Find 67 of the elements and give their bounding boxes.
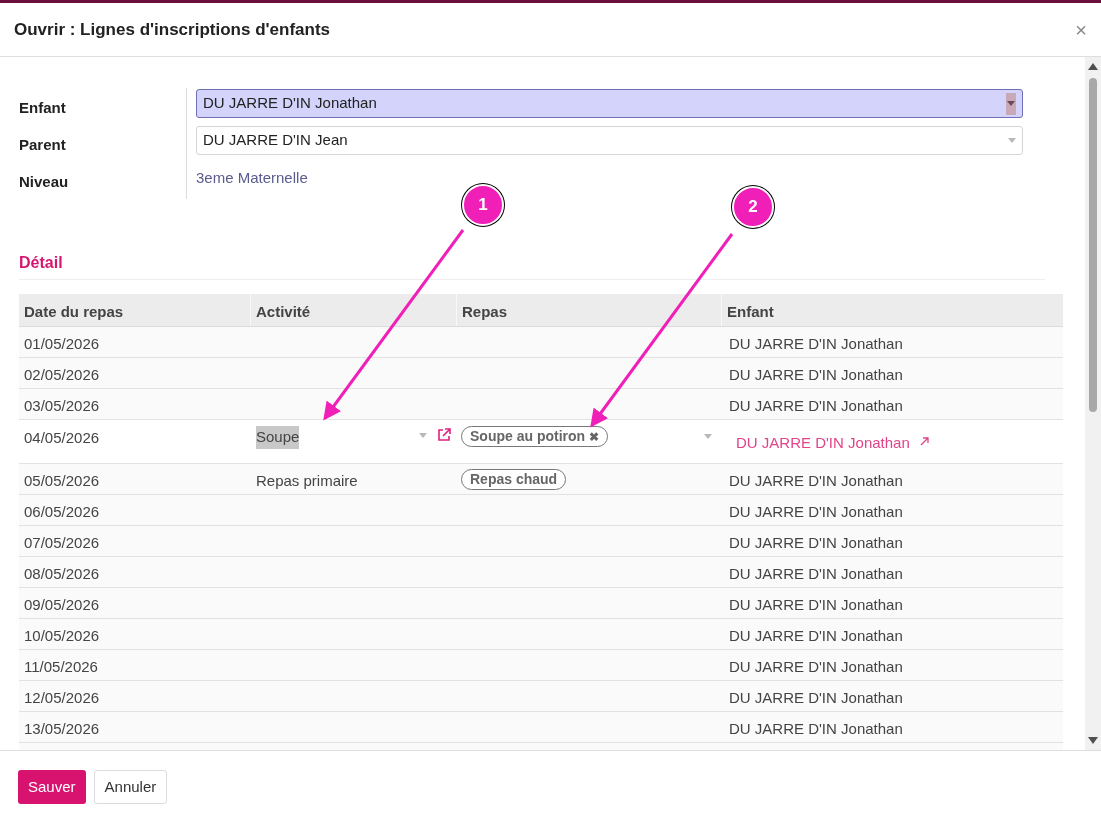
section-title: Détail [19, 254, 63, 271]
table-cell-text: 04/05/2026 [23, 429, 101, 446]
cancel-button[interactable]: Annuler [93, 770, 168, 804]
column-header[interactable]: Enfant [727, 303, 774, 320]
arrow-icon[interactable] [919, 437, 929, 446]
table-cell-text: 06/05/2026 [23, 503, 101, 520]
table-cell-text: 01/05/2026 [23, 335, 101, 352]
scroll-down-icon[interactable] [1088, 737, 1098, 744]
external-link-icon[interactable] [437, 428, 451, 442]
dialog-title: Ouvrir : Lignes d'inscriptions d'enfants [14, 18, 330, 41]
field-label: Enfant [19, 99, 66, 116]
table-cell-text: DU JARRE D'IN Jonathan [728, 596, 904, 613]
table-cell-text: 05/05/2026 [23, 472, 101, 489]
table-row[interactable]: 10/05/2026 DU JARRE D'IN Jonathan [19, 619, 1063, 650]
scrollbar[interactable] [1085, 57, 1101, 750]
table-cell-text: DU JARRE D'IN Jonathan [728, 534, 904, 551]
column-header[interactable]: Date du repas [24, 303, 124, 320]
field-label: Parent [19, 136, 66, 153]
table-row[interactable]: 11/05/2026 DU JARRE D'IN Jonathan [19, 650, 1063, 681]
table-row[interactable]: 09/05/2026 DU JARRE D'IN Jonathan [19, 588, 1063, 619]
table-cell-text: DU JARRE D'IN Jonathan [728, 472, 904, 489]
table-row[interactable]: 12/05/2026 DU JARRE D'IN Jonathan [19, 681, 1063, 712]
column-header[interactable]: Activité [256, 303, 311, 320]
select-field[interactable]: DU JARRE D'IN Jean [196, 126, 1023, 155]
select-field[interactable]: DU JARRE D'IN Jonathan [196, 89, 1023, 118]
table-cell-text: 03/05/2026 [23, 397, 101, 414]
annotation-marker: 1 [462, 184, 504, 226]
field-value: 3eme Maternelle [196, 168, 309, 188]
table-cell-text: DU JARRE D'IN Jonathan [728, 565, 904, 582]
scroll-up-icon[interactable] [1088, 63, 1098, 70]
table-row[interactable]: 02/05/2026 DU JARRE D'IN Jonathan [19, 358, 1063, 389]
table-cell-text: 07/05/2026 [23, 534, 101, 551]
table-cell-text: DU JARRE D'IN Jonathan [728, 720, 904, 737]
remove-tag-button[interactable]: ✖ [589, 427, 600, 446]
table-cell-text: DU JARRE D'IN Jonathan [728, 658, 904, 675]
activity-input[interactable]: Soupe [256, 426, 409, 449]
table-cell-text: DU JARRE D'IN Jonathan [728, 335, 904, 352]
table-cell-text: DU JARRE D'IN Jonathan [728, 503, 904, 520]
table-row[interactable]: 08/05/2026 DU JARRE D'IN Jonathan [19, 557, 1063, 588]
child-link[interactable]: DU JARRE D'IN Jonathan [736, 432, 910, 455]
table-cell-text: DU JARRE D'IN Jonathan [728, 689, 904, 706]
table-cell-text: 02/05/2026 [23, 366, 101, 383]
table-cell-text: 13/05/2026 [23, 720, 101, 737]
table-row[interactable]: 03/05/2026 DU JARRE D'IN Jonathan [19, 389, 1063, 420]
table-cell-text: 10/05/2026 [23, 627, 101, 644]
table-cell-text: 11/05/2026 [23, 658, 99, 675]
table-cell-text: DU JARRE D'IN Jonathan [728, 397, 904, 414]
dropdown-caret-icon[interactable] [1006, 92, 1016, 115]
table-cell-text: DU JARRE D'IN Jonathan [728, 366, 904, 383]
table-row[interactable]: 13/05/2026 DU JARRE D'IN Jonathan [19, 712, 1063, 743]
save-button[interactable]: Sauver [18, 770, 86, 804]
field-label: Niveau [19, 173, 69, 190]
table-row[interactable]: 06/05/2026 DU JARRE D'IN Jonathan [19, 495, 1063, 526]
table-row[interactable]: 05/05/2026 Repas primaire Repas chaud DU JARRE D'IN Jonathan [19, 464, 1063, 495]
table-row[interactable]: 07/05/2026 DU JARRE D'IN Jonathan [19, 526, 1063, 557]
table-cell-text: DU JARRE D'IN Jonathan [728, 627, 904, 644]
column-header[interactable]: Repas [462, 303, 508, 320]
table-cell-text: 09/05/2026 [23, 596, 101, 613]
table-cell-text: Repas primaire [255, 472, 359, 489]
annotation-marker: 2 [732, 186, 774, 228]
close-button[interactable]: × [1075, 19, 1087, 40]
table-row[interactable]: 01/05/2026 DU JARRE D'IN Jonathan [19, 327, 1063, 358]
scroll-thumb[interactable] [1089, 78, 1097, 412]
meal-tag: Soupe au potiron ✖ [461, 426, 609, 447]
table-cell-text: 08/05/2026 [23, 565, 101, 582]
meal-tag: Repas chaud [461, 469, 567, 490]
table-cell-text: 12/05/2026 [23, 689, 101, 706]
